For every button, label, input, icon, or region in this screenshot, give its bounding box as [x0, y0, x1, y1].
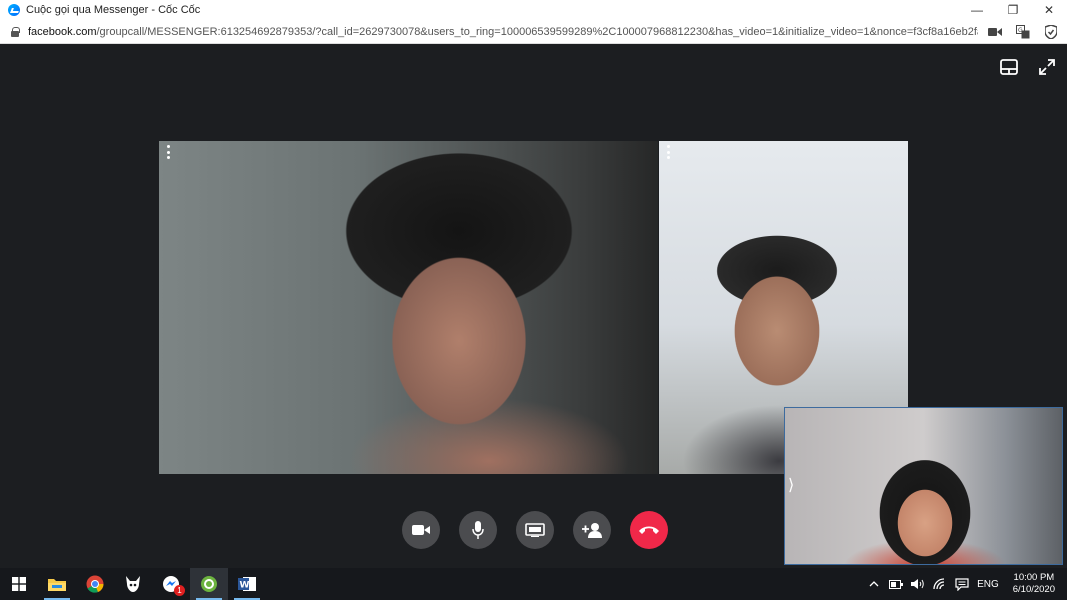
video-camera-icon [412, 525, 430, 535]
taskbar-messenger[interactable]: 1 [152, 568, 190, 600]
coc-coc-browser-icon [201, 576, 217, 592]
clock-date: 6/10/2020 [1012, 584, 1055, 595]
action-center-icon[interactable] [955, 577, 969, 591]
taskbar-chrome[interactable] [76, 568, 114, 600]
url-path: /groupcall/MESSENGER:613254692879353/?ca… [96, 25, 978, 38]
shield-icon[interactable] [1043, 24, 1059, 40]
translate-icon[interactable]: G [1015, 24, 1031, 40]
svg-text:W: W [240, 581, 250, 591]
more-options-icon[interactable] [165, 145, 171, 159]
stage-top-controls [999, 57, 1057, 77]
camera-button[interactable] [402, 511, 440, 549]
camera-permission-icon[interactable] [987, 24, 1003, 40]
windows-taskbar: 1 W ENG 10:00 PM 6/10/2020 [0, 568, 1067, 600]
microphone-button[interactable] [459, 511, 497, 549]
participant-video-1[interactable] [159, 141, 658, 474]
add-person-button[interactable] [573, 511, 611, 549]
microphone-icon [472, 521, 484, 539]
taskbar-coc-coc[interactable] [114, 568, 152, 600]
address-bar[interactable]: facebook.com/groupcall/MESSENGER:6132546… [0, 20, 1067, 44]
windows-logo-icon [12, 577, 26, 591]
add-person-icon [582, 523, 602, 538]
coc-coc-icon [126, 576, 140, 592]
system-tray: ENG 10:00 PM 6/10/2020 [867, 568, 1059, 600]
battery-icon[interactable] [889, 577, 904, 591]
url-host: facebook.com [28, 25, 97, 38]
more-options-icon[interactable] [665, 145, 671, 159]
volume-icon[interactable] [911, 577, 925, 591]
screen-icon [525, 523, 545, 537]
call-controls [402, 511, 668, 549]
end-call-button[interactable] [630, 511, 668, 549]
taskbar-file-explorer[interactable] [38, 568, 76, 600]
svg-text:G: G [1018, 27, 1023, 34]
url-text[interactable]: facebook.com/groupcall/MESSENGER:6132546… [28, 26, 978, 38]
screen-share-button[interactable] [516, 511, 554, 549]
clock[interactable]: 10:00 PM 6/10/2020 [1013, 572, 1055, 596]
messenger-icon [8, 4, 20, 16]
phone-hangup-icon [639, 526, 659, 534]
chrome-icon [86, 575, 104, 593]
window-titlebar: Cuộc gọi qua Messenger - Cốc Cốc — ❐ ✕ [0, 0, 1067, 20]
language-indicator[interactable]: ENG [977, 579, 999, 590]
layout-icon[interactable] [999, 57, 1019, 77]
minimize-button[interactable]: — [959, 0, 995, 20]
start-button[interactable] [0, 568, 38, 600]
address-bar-icons: G [987, 24, 1059, 40]
wifi-icon[interactable] [933, 577, 947, 591]
restore-button[interactable]: ❐ [995, 0, 1031, 20]
notification-badge: 1 [174, 585, 185, 596]
collapse-self-view-icon[interactable]: ⟩ [788, 474, 798, 496]
close-button[interactable]: ✕ [1031, 0, 1067, 20]
window-controls: — ❐ ✕ [959, 0, 1067, 20]
folder-icon [48, 579, 66, 591]
clock-time: 10:00 PM [1013, 572, 1055, 583]
fullscreen-icon[interactable] [1037, 57, 1057, 77]
window-title: Cuộc gọi qua Messenger - Cốc Cốc [26, 4, 201, 16]
lock-icon[interactable] [11, 26, 20, 37]
chevron-up-icon[interactable] [867, 577, 881, 591]
taskbar-coc-coc-active[interactable] [190, 568, 228, 600]
call-stage: ⟩ [0, 45, 1067, 568]
word-icon: W [238, 577, 256, 591]
self-view-video[interactable]: ⟩ [784, 407, 1063, 565]
taskbar-word[interactable]: W [228, 568, 266, 600]
